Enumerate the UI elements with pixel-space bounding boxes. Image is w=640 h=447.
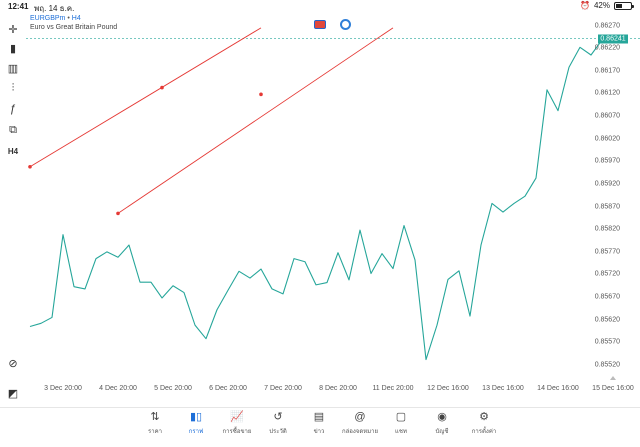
symbol-timeframe: H4	[71, 15, 81, 22]
nav-history[interactable]: ↺ ประวัติ	[258, 410, 298, 436]
timeframe-h4[interactable]: H4	[4, 142, 22, 160]
y-tick-label: 0.86220	[594, 44, 620, 52]
y-tick-label: 0.86070	[594, 112, 620, 120]
battery-percent: 42%	[593, 1, 610, 10]
x-tick-label: 4 Dec 20:00	[99, 385, 137, 392]
x-tick-label: 13 Dec 16:00	[482, 385, 524, 392]
x-tick-label: 5 Dec 20:00	[154, 385, 192, 392]
one-click-trading-icon[interactable]	[314, 20, 326, 29]
alarm-icon: ⏰	[580, 1, 590, 10]
nav-label: บัญชี	[435, 429, 449, 435]
signals-icon[interactable]	[340, 19, 351, 30]
y-tick-label: 0.86020	[594, 135, 620, 143]
indicators-icon[interactable]: ⫶	[4, 79, 22, 97]
nav-trade[interactable]: 📈 การซื้อขาย	[217, 410, 257, 436]
y-tick-label: 0.85620	[594, 316, 620, 324]
symbol-name: EURGBPm	[30, 15, 66, 22]
quotes-icon: ⇅	[150, 411, 160, 423]
y-tick-label: 0.85770	[594, 248, 620, 256]
x-tick-label: 12 Dec 16:00	[427, 385, 469, 392]
trend-line-anchor[interactable]	[116, 211, 120, 216]
current-price-tag: 0.86241	[598, 34, 628, 44]
symbol-description: Euro vs Great Britain Pound	[30, 24, 118, 31]
y-tick-label: 0.85720	[594, 270, 620, 278]
bar-chart-icon[interactable]: ▥	[4, 59, 22, 77]
y-tick-label: 0.85570	[594, 338, 620, 346]
crosshair-icon[interactable]: ✛	[4, 20, 22, 38]
status-right: ⏰ 42%	[580, 1, 634, 10]
trade-icon: 📈	[230, 411, 244, 423]
news-icon: ▤	[313, 411, 325, 423]
nav-label: ประวัติ	[269, 429, 287, 435]
accounts-icon: ◉	[437, 411, 447, 423]
x-tick-label: 11 Dec 20:00	[372, 385, 414, 392]
chart-area[interactable]: EURGBPm • H4 Euro vs Great Britain Pound…	[26, 12, 640, 407]
nav-quotes[interactable]: ⇅ ราคา	[135, 410, 175, 436]
y-tick-label: 0.86170	[594, 67, 620, 75]
status-bar: 12:41 พฤ. 14 ธ.ค. ⏰ 42%	[0, 0, 640, 13]
zoom-icon[interactable]: ⊘	[4, 354, 22, 372]
candlestick-type-icon[interactable]: ▮	[4, 39, 22, 57]
x-tick-label: 15 Dec 16:00	[592, 385, 634, 392]
x-tick-label: 7 Dec 20:00	[264, 385, 302, 392]
nav-chat[interactable]: ▢ แชท	[381, 410, 421, 436]
nav-accounts[interactable]: ◉ บัญชี	[422, 410, 462, 436]
chart-icon: ▮▯	[189, 411, 203, 423]
trend-line-anchor[interactable]	[160, 85, 164, 90]
settings-icon: ⚙	[479, 411, 489, 423]
battery-icon	[614, 1, 634, 10]
history-icon: ↺	[273, 411, 283, 423]
nav-label: กล่องจดหมาย	[341, 429, 379, 435]
nav-news[interactable]: ▤ ข่าว	[299, 410, 339, 436]
symbol-separator: •	[67, 15, 70, 22]
x-tick-label: 6 Dec 20:00	[209, 385, 247, 392]
function-icon[interactable]: ƒ	[4, 100, 22, 118]
symbol-info[interactable]: EURGBPm • H4 Euro vs Great Britain Pound	[30, 14, 117, 32]
y-tick-label: 0.85670	[594, 293, 620, 301]
x-tick-label: 3 Dec 20:00	[44, 385, 82, 392]
y-tick-label: 0.85970	[594, 157, 620, 165]
nav-label: แชท	[395, 429, 407, 435]
objects-icon[interactable]: ⧉	[4, 121, 22, 139]
status-time: 12:41	[8, 2, 29, 11]
x-tick-label: 14 Dec 16:00	[537, 385, 579, 392]
nav-label: ข่าว	[313, 429, 325, 435]
mailbox-icon: @	[354, 411, 366, 423]
trend-line-anchor[interactable]	[28, 164, 32, 169]
nav-settings[interactable]: ⚙ การตั้งค่า	[464, 410, 504, 436]
y-tick-label: 0.85920	[594, 180, 620, 188]
nav-mailbox[interactable]: @ กล่องจดหมาย	[340, 410, 380, 436]
y-tick-label: 0.85820	[594, 225, 620, 233]
trend-line[interactable]	[117, 27, 394, 214]
nav-chart[interactable]: ▮▯ กราฟ	[176, 410, 216, 436]
app-logo-icon[interactable]: ◩	[4, 384, 22, 402]
price-chart[interactable]	[26, 12, 640, 407]
chart-end-marker[interactable]	[610, 376, 616, 380]
chart-toolbar: ✛ ▮ ▥ ⫶ ƒ ⧉ H4 ⊘ ◩	[0, 12, 26, 407]
nav-label: การซื้อขาย	[222, 429, 252, 435]
chat-icon: ▢	[395, 411, 407, 423]
y-tick-label: 0.86270	[594, 22, 620, 30]
y-tick-label: 0.86120	[594, 89, 620, 97]
trend-line[interactable]	[29, 27, 262, 168]
y-tick-label: 0.85520	[594, 361, 620, 369]
nav-label: กราฟ	[188, 429, 204, 435]
y-tick-label: 0.85870	[594, 203, 620, 211]
bottom-navigation: ⇅ ราคา ▮▯ กราฟ 📈 การซื้อขาย ↺ ประวัติ ▤ ข่าว @ กล่อ…	[0, 407, 640, 447]
trend-line-anchor[interactable]	[259, 92, 263, 97]
nav-label: การตั้งค่า	[471, 429, 497, 435]
nav-label: ราคา	[148, 429, 162, 435]
price-series-line	[29, 38, 614, 361]
x-tick-label: 8 Dec 20:00	[319, 385, 357, 392]
